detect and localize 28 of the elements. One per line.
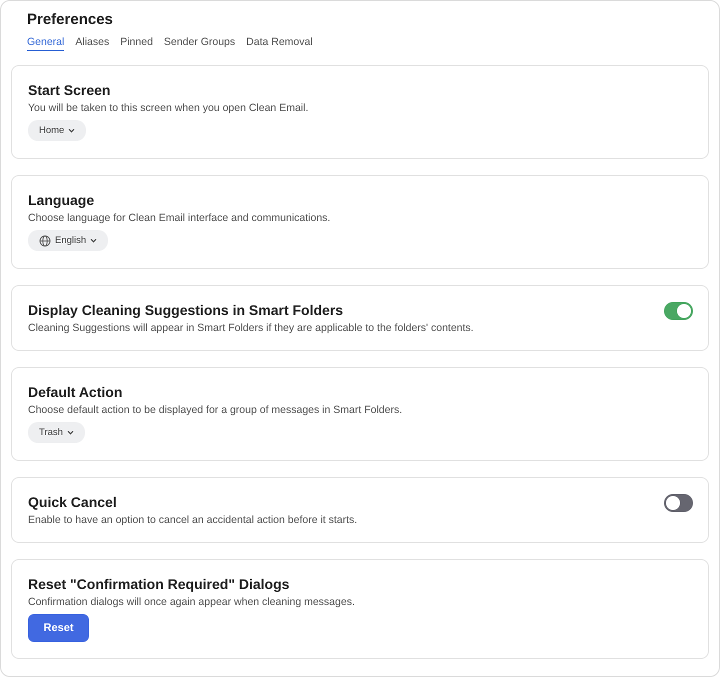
tab[interactable]: Data Removal [246, 36, 313, 51]
page-title: Preferences [27, 11, 114, 28]
tab[interactable]: General [27, 36, 64, 51]
section-title: Start Screen [28, 82, 112, 98]
globe-icon [39, 234, 51, 246]
tab[interactable]: Sender Groups [164, 36, 236, 51]
dropdown-button[interactable]: Trash [28, 422, 85, 443]
tab[interactable]: Pinned [120, 36, 153, 51]
section-description: Cleaning Suggestions will appear in Smart Folders if they are applicable to the folders' contents. [28, 322, 474, 334]
section-description: Choose language for Clean Email interface and communications. [28, 212, 330, 224]
tab[interactable]: Aliases [75, 36, 110, 51]
section-description: Enable to have an option to cancel an accidental action before it starts. [28, 514, 358, 526]
toggle-switch[interactable] [664, 302, 693, 320]
chevron-down-icon [66, 430, 74, 435]
toggle-switch[interactable] [664, 494, 693, 512]
section-description: Confirmation dialogs will once again appear when cleaning messages. [28, 596, 355, 608]
section-title: Reset "Confirmation Required" Dialogs [28, 576, 290, 592]
reset-button[interactable]: Reset [28, 614, 89, 642]
section-description: You will be taken to this screen when you open Clean Email. [28, 102, 308, 114]
section-description: Choose default action to be displayed for a group of messages in Smart Folders. [28, 404, 402, 416]
section-title: Quick Cancel [28, 494, 118, 510]
section-title: Language [28, 192, 96, 208]
dropdown-button[interactable]: English [28, 230, 108, 251]
section-title: Display Cleaning Suggestions in Smart Folders [28, 302, 344, 318]
dropdown-button[interactable]: Home [28, 120, 86, 141]
chevron-down-icon [68, 128, 76, 133]
section-title: Default Action [28, 384, 124, 400]
chevron-down-icon [90, 238, 98, 243]
